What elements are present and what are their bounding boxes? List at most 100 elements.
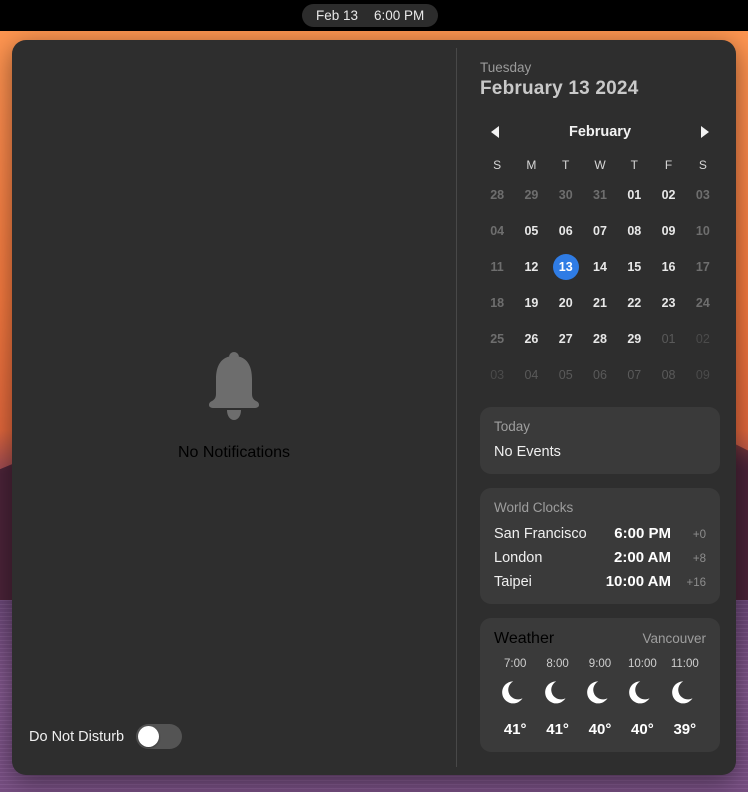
- calendar-day-cell[interactable]: 02: [686, 321, 720, 357]
- calendar-day-cell[interactable]: 16: [651, 249, 685, 285]
- notification-center-panel: No Notifications Do Not Disturb Tuesday …: [12, 40, 736, 775]
- calendar-day-cell[interactable]: 24: [686, 285, 720, 321]
- weather-card-header: Weather Vancouver: [494, 630, 706, 648]
- world-clock-row: San Francisco 6:00 PM +0: [494, 525, 706, 542]
- calendar-day-cell[interactable]: 05: [549, 357, 583, 393]
- calendar-day-number: 22: [627, 296, 642, 310]
- calendar-day-cell[interactable]: 06: [549, 213, 583, 249]
- chevron-left-icon[interactable]: [484, 122, 506, 142]
- calendar-day-number: 01: [627, 188, 642, 202]
- calendar-day-cell[interactable]: 14: [583, 249, 617, 285]
- calendar-day-cell[interactable]: 11: [480, 249, 514, 285]
- weather-hour-time: 8:00: [546, 658, 569, 670]
- calendar-grid: S M T W T F S 28 29 30 31 01 02 03 04 05 06 07 08 09 10 11 12 1…: [480, 153, 720, 393]
- calendar-day-number: 03: [490, 368, 505, 382]
- calendar-day-number: 11: [490, 260, 504, 274]
- calendar-day-cell[interactable]: 15: [617, 249, 651, 285]
- calendar-day-number: 28: [593, 332, 607, 346]
- world-clock-offset: +16: [686, 577, 706, 589]
- calendar-day-cell[interactable]: 13: [549, 249, 583, 285]
- calendar-day-cell[interactable]: 23: [651, 285, 685, 321]
- no-notifications-label: No Notifications: [177, 444, 291, 461]
- weather-hour-temp: 41°: [503, 721, 527, 738]
- calendar-day-number: 02: [661, 188, 676, 202]
- calendar-day-cell[interactable]: 01: [651, 321, 685, 357]
- calendar-day-cell[interactable]: 03: [686, 177, 720, 213]
- calendar-day-cell[interactable]: 22: [617, 285, 651, 321]
- desktop-screen: Feb 13 6:00 PM No Notifications Do Not D…: [0, 0, 748, 792]
- toggle-knob: [138, 726, 160, 747]
- world-clock-row: Taipei 10:00 AM +16: [494, 573, 706, 590]
- calendar-day-cell[interactable]: 08: [651, 357, 685, 393]
- notifications-column: No Notifications Do Not Disturb: [12, 40, 456, 775]
- calendar-day-number: 26: [524, 332, 539, 346]
- calendar-day-cell[interactable]: 09: [651, 213, 685, 249]
- weather-hour-time: 9:00: [588, 658, 612, 670]
- today-card-title: Today: [494, 419, 531, 434]
- calendar-day-cell[interactable]: 10: [686, 213, 720, 249]
- widgets-column: Tuesday February 13 2024 February SMTWTF…: [456, 40, 736, 775]
- calendar-day-number: 18: [490, 296, 505, 310]
- calendar-day-cell[interactable]: 31: [583, 177, 617, 213]
- calendar-day-cell[interactable]: 07: [583, 213, 617, 249]
- calendar-day-number: 27: [558, 332, 573, 346]
- calendar-day-cell[interactable]: 19: [514, 285, 548, 321]
- weather-hour-column: 9:00 40°: [579, 658, 621, 738]
- calendar-day-cell[interactable]: 20: [549, 285, 583, 321]
- calendar-day-cell[interactable]: 26: [514, 321, 548, 357]
- weather-hour-column: 11:00 39°: [664, 658, 706, 738]
- calendar-day-number: 14: [593, 260, 607, 274]
- calendar-day-cell[interactable]: 29: [514, 177, 548, 213]
- calendar-day-cell[interactable]: 07: [617, 357, 651, 393]
- menubar-date: Feb 13: [316, 7, 359, 23]
- calendar-day-cell[interactable]: 04: [514, 357, 548, 393]
- weather-hour-temp: 40°: [588, 721, 612, 738]
- calendar-day-cell[interactable]: 12: [514, 249, 548, 285]
- world-clocks-title: World Clocks: [494, 500, 574, 515]
- calendar-day-cell[interactable]: 09: [686, 357, 720, 393]
- calendar-weekday-header: S: [698, 158, 707, 172]
- calendar-day-cell[interactable]: 28: [583, 321, 617, 357]
- calendar-day-cell[interactable]: 04: [480, 213, 514, 249]
- calendar-month-label: February: [568, 124, 632, 140]
- crescent-moon-icon: [670, 678, 700, 713]
- do-not-disturb-label: Do Not Disturb: [29, 728, 125, 745]
- do-not-disturb-toggle[interactable]: [136, 724, 183, 749]
- calendar-day-cell[interactable]: 02: [651, 177, 685, 213]
- calendar-weekday-header: F: [664, 158, 673, 172]
- weather-hour-temp: 41°: [546, 721, 569, 738]
- calendar-day-number: 06: [558, 224, 573, 238]
- calendar-day-cell[interactable]: 08: [617, 213, 651, 249]
- weather-title: Weather: [494, 630, 555, 647]
- calendar-day-number: 24: [695, 296, 710, 310]
- calendar-day-cell[interactable]: 27: [549, 321, 583, 357]
- calendar-day-cell[interactable]: 03: [480, 357, 514, 393]
- crescent-moon-icon: [543, 678, 573, 713]
- calendar-day-number: 10: [695, 224, 710, 238]
- menubar-clock[interactable]: Feb 13 6:00 PM: [302, 4, 439, 27]
- calendar-day-cell[interactable]: 17: [686, 249, 720, 285]
- weather-hour-temp: 39°: [673, 721, 697, 738]
- calendar-day-cell[interactable]: 28: [480, 177, 514, 213]
- calendar-day-number: 12: [524, 260, 539, 274]
- do-not-disturb-row: Do Not Disturb: [29, 724, 183, 749]
- world-clocks-card: World Clocks San Francisco 6:00 PM +0 Londo…: [480, 488, 720, 604]
- calendar-day-number: 29: [524, 188, 539, 202]
- calendar-day-number: 07: [593, 224, 607, 238]
- calendar-weekday-header: W: [594, 158, 606, 172]
- calendar-day-cell[interactable]: 25: [480, 321, 514, 357]
- calendar-day-cell[interactable]: 01: [617, 177, 651, 213]
- world-clock-time: 2:00 AM: [614, 549, 671, 566]
- calendar-day-cell[interactable]: 06: [583, 357, 617, 393]
- calendar-day-selected: 13: [552, 254, 579, 280]
- calendar-day-cell[interactable]: 18: [480, 285, 514, 321]
- calendar-day-cell[interactable]: 05: [514, 213, 548, 249]
- calendar-day-cell[interactable]: 29: [617, 321, 651, 357]
- calendar-day-cell[interactable]: 21: [583, 285, 617, 321]
- calendar-day-cell[interactable]: 30: [549, 177, 583, 213]
- calendar-day-number: 29: [627, 332, 642, 346]
- calendar-day-number: 09: [661, 224, 676, 238]
- world-clock-city: San Francisco: [494, 526, 587, 542]
- calendar-weekday-header: T: [630, 158, 638, 172]
- chevron-right-icon[interactable]: [694, 122, 716, 142]
